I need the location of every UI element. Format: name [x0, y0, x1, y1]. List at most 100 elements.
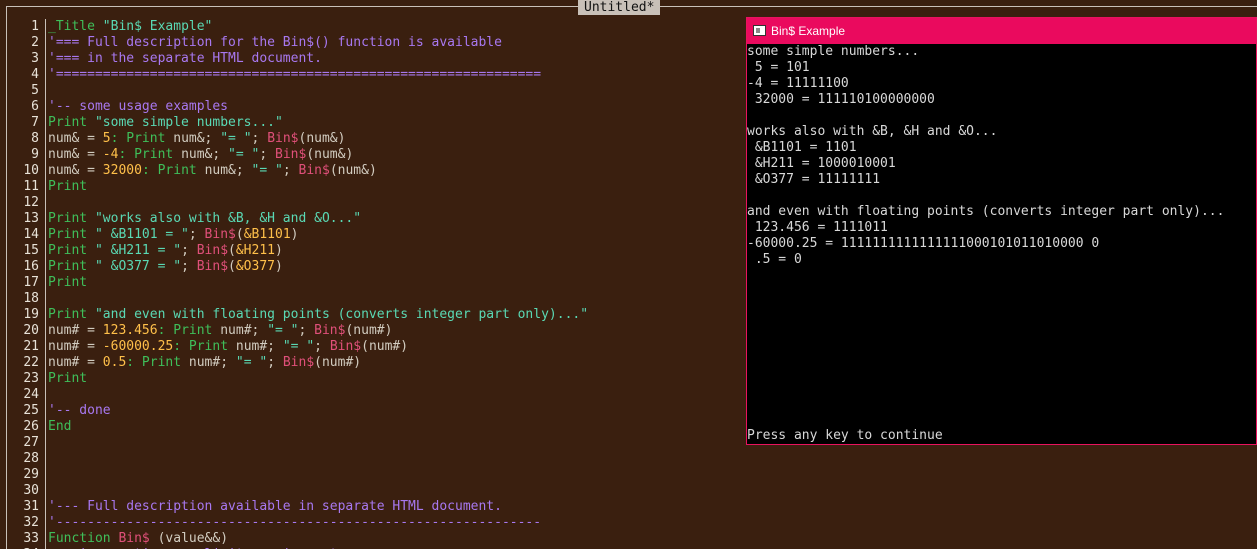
line-number: 29	[23, 467, 39, 482]
line-number: 30	[23, 483, 39, 498]
code-token: Print	[48, 179, 88, 194]
code-line[interactable]: Function Bin$ (value&&)	[48, 531, 1257, 547]
code-token: ;	[298, 323, 315, 338]
code-token: (	[228, 259, 236, 274]
code-token: &B1101	[243, 227, 291, 242]
code-token: : Print	[173, 339, 236, 354]
code-token: Bin$	[275, 147, 307, 162]
console-output-line: &H211 = 1000010001	[747, 156, 896, 171]
console-output-line: 123.456 = 1111011	[747, 220, 888, 235]
console-output-line: and even with floating points (converts …	[747, 204, 1225, 219]
code-token: (num&)	[298, 131, 346, 146]
console-output-line: 5 = 101	[747, 60, 810, 75]
code-token: num&;	[173, 131, 221, 146]
code-token: _Title	[48, 19, 103, 34]
console-app-icon	[753, 25, 766, 36]
code-token: num&;	[204, 163, 252, 178]
code-token: "some simple numbers..."	[94, 115, 283, 130]
code-token: Bin$	[314, 323, 346, 338]
console-output-line: 32000 = 111110100000000	[747, 92, 935, 107]
code-token: Bin$	[298, 163, 330, 178]
code-token: (num&)	[306, 147, 354, 162]
code-token: : Print	[126, 355, 189, 370]
console-titlebar[interactable]: Bin$ Example	[747, 18, 1256, 44]
code-token: )	[290, 227, 299, 242]
code-token: (num&)	[329, 163, 377, 178]
code-token: Print	[48, 307, 95, 322]
line-number: 23	[23, 371, 39, 386]
line-number: 17	[23, 275, 39, 290]
code-token: (value&&)	[157, 531, 229, 546]
console-prompt: Press any key to continue	[747, 428, 943, 443]
console-output-line: .5 = 0	[747, 252, 802, 267]
code-token: (	[228, 243, 236, 258]
code-token: 32000	[102, 163, 142, 178]
code-token: "works also with &B, &H and &O..."	[94, 211, 362, 226]
line-number: 14	[23, 227, 39, 242]
line-number: 9	[31, 147, 39, 162]
code-token: Bin$	[196, 259, 229, 274]
line-number: 16	[23, 259, 39, 274]
line-number: 26	[23, 419, 39, 434]
code-token: "= "	[282, 339, 315, 354]
code-token: '=== in the separate HTML document.	[48, 51, 322, 66]
console-output-line: some simple numbers...	[747, 44, 920, 59]
code-token: '--- Full description available in separ…	[48, 499, 502, 514]
code-token: )	[275, 243, 283, 258]
line-number: 22	[23, 355, 39, 370]
line-number: 5	[31, 83, 39, 98]
code-token: Bin$	[118, 531, 158, 546]
code-token: '---------------------------------------…	[48, 515, 542, 530]
code-token: )	[275, 259, 283, 274]
code-line[interactable]	[48, 467, 1257, 483]
code-token: : Print	[118, 147, 182, 162]
console-window[interactable]: Bin$ Example some simple numbers... 5 = …	[746, 17, 1257, 445]
code-token: Print	[48, 227, 95, 242]
code-token: &H211	[235, 243, 275, 258]
code-token: : Print	[141, 163, 205, 178]
console-output: some simple numbers... 5 = 101 -4 = 11111…	[747, 44, 1256, 444]
code-line[interactable]: '---------------------------------------…	[48, 515, 1257, 531]
line-number: 19	[23, 307, 39, 322]
line-number: 15	[23, 243, 39, 258]
code-line[interactable]: '--- Full description available in separ…	[48, 499, 1257, 515]
line-number: 6	[31, 99, 39, 114]
line-number: 33	[23, 531, 39, 546]
code-token: ;	[251, 131, 268, 146]
code-token: "= "	[251, 163, 283, 178]
code-token: num#;	[235, 339, 283, 354]
console-output-line: works also with &B, &H and &O...	[747, 124, 998, 139]
code-line[interactable]	[48, 483, 1257, 499]
code-token: Bin$	[282, 355, 315, 370]
code-token: Print	[48, 243, 95, 258]
code-token: ;	[188, 227, 205, 242]
line-number: 12	[23, 195, 39, 210]
code-token: ;	[267, 355, 283, 370]
code-token: ;	[282, 163, 299, 178]
code-token: '-- done	[48, 403, 111, 418]
code-token: : Print	[157, 323, 221, 338]
code-token: num# =	[48, 355, 103, 370]
line-number-gutter: 1 2 3 4 5 6 7 8 9 10 11 12 13 14 15 16 17 18 19 20 21 22 23 24 2…	[7, 19, 39, 549]
code-token: (num#)	[314, 355, 362, 370]
code-token: num# =	[48, 323, 103, 338]
code-token: (num#)	[345, 323, 393, 338]
code-token: ;	[314, 339, 330, 354]
code-token: 0.5	[102, 355, 127, 370]
line-number: 32	[23, 515, 39, 530]
code-token: Bin$	[329, 339, 362, 354]
code-token: "= "	[220, 131, 252, 146]
line-number: 13	[23, 211, 39, 226]
code-token: "= "	[235, 355, 268, 370]
code-token: " &O377 = "	[94, 259, 182, 274]
code-token: Print	[48, 211, 95, 226]
code-token: Bin$	[204, 227, 236, 242]
console-output-line: &O377 = 11111111	[747, 172, 881, 187]
line-number: 25	[23, 403, 39, 418]
line-number: 21	[23, 339, 39, 354]
code-line[interactable]	[48, 451, 1257, 467]
code-token: num#;	[188, 355, 236, 370]
console-title: Bin$ Example	[771, 24, 846, 38]
